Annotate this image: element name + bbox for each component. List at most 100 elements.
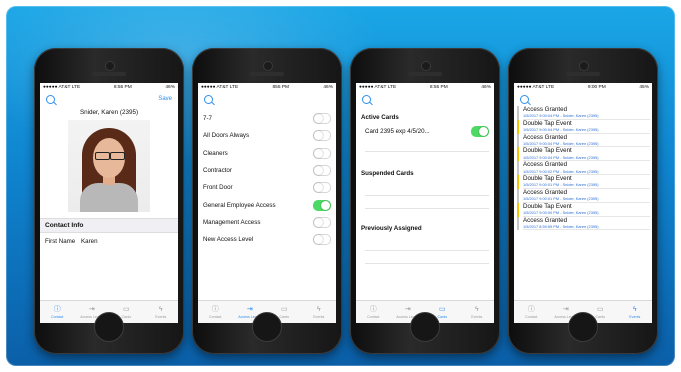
access-level-row: General Employee Access [198,196,336,213]
battery: 46% [323,85,333,90]
access-level-row: 7-7 [198,110,336,127]
phone-events: ●●●●● AT&T LTE 9:00 PM 45% Access Grante… [508,48,658,354]
contact-photo[interactable] [68,120,150,212]
nav-bar: Save [40,92,178,106]
search-icon[interactable] [46,94,55,104]
access-level-row: Front Door [198,179,336,196]
phone-access-levels: ●●●●● AT&T LTE 855 PM 46% 7-7 All Doors … [192,48,342,354]
nav-bar [514,92,652,106]
access-level-row: Cleaners [198,145,336,162]
access-level-toggle[interactable] [313,216,331,228]
battery: 46% [481,85,491,90]
first-name-value: Karen [81,238,98,245]
lightning-icon: ϟ [158,305,163,313]
screen-access-levels: ●●●●● AT&T LTE 855 PM 46% 7-7 All Doors … [198,83,336,323]
access-level-toggle[interactable] [313,165,331,177]
front-camera [579,61,589,71]
door-enter-icon: ⇥ [88,305,95,313]
status-bar: ●●●●● AT&T LTE 855 PM 46% [198,83,336,92]
photo-shoulders [80,183,138,212]
id-card-icon: ▭ [596,305,604,313]
event-row[interactable]: Access Granted 1/5/2017 9:00:04 PM - Snid… [517,133,652,148]
access-level-toggle[interactable] [313,130,331,142]
access-level-row: Contractor [198,162,336,179]
active-card-toggle[interactable] [471,126,489,137]
tab-events[interactable]: ϟ Events [302,301,337,323]
front-camera [263,61,273,71]
search-icon[interactable] [520,94,529,104]
earpiece-speaker [250,72,284,76]
divider [365,195,489,196]
tab-events[interactable]: ϟ Events [460,301,495,323]
contact-name: Snider, Karen (2395) [79,109,139,116]
tab-contact[interactable]: ⓘ Contact [514,301,549,323]
tab-events[interactable]: ϟ Events [618,301,653,323]
access-level-toggle[interactable] [313,147,331,159]
event-row[interactable]: Double Tap Event 1/5/2017 9:00:04 PM - Sn… [517,147,652,162]
home-button[interactable] [568,312,598,342]
id-card-icon: ▭ [438,305,446,313]
battery: 46% [165,85,175,90]
event-row[interactable]: Double Tap Event 1/5/2017 9:00:04 PM - Sn… [517,119,652,134]
event-row[interactable]: Double Tap Event 1/5/2017 9:00:00 PM - Sn… [517,202,652,217]
event-row[interactable]: Access Granted 1/5/2017 9:00:01 PM - Snid… [517,188,652,203]
carrier: ●●●●● AT&T LTE [201,85,239,90]
info-circle-icon: ⓘ [527,305,535,313]
info-circle-icon: ⓘ [211,305,219,313]
tab-events[interactable]: ϟ Events [144,301,179,323]
first-name-label: First Name [45,238,76,245]
suspended-cards-header: Suspended Cards [361,170,414,177]
lightning-icon: ϟ [474,305,479,313]
earpiece-speaker [566,72,600,76]
clock: 8:55 PM [113,85,132,90]
access-level-row: Management Access [198,214,336,231]
divider [365,151,489,152]
phone-cards: ●●●●● AT&T LTE 8:55 PM 46% Active Cards … [350,48,500,354]
screen-cards: ●●●●● AT&T LTE 8:55 PM 46% Active Cards … [356,83,494,323]
access-level-row: New Access Level [198,231,336,248]
earpiece-speaker [408,72,442,76]
search-icon[interactable] [204,94,213,104]
front-camera [105,61,115,71]
first-name-field[interactable]: First Name Karen [40,233,178,250]
front-camera [421,61,431,71]
door-enter-icon: ⇥ [246,305,253,313]
previously-assigned-header: Previously Assigned [361,225,422,232]
event-row[interactable]: Double Tap Event 1/5/2017 9:00:01 PM - Sn… [517,175,652,189]
carrier: ●●●●● AT&T LTE [359,85,397,90]
nav-bar [356,92,494,106]
screen-contact: ●●●●● AT&T LTE 8:55 PM 46% Save Snider, … [40,83,178,323]
active-cards-header: Active Cards [361,114,399,121]
divider [365,263,489,264]
event-row[interactable]: Access Granted 1/5/2017 8:59:59 PM - Snid… [517,216,652,231]
status-bar: ●●●●● AT&T LTE 9:00 PM 45% [514,83,652,92]
access-level-row: All Doors Always [198,127,336,144]
tab-contact[interactable]: ⓘ Contact [40,301,75,323]
earpiece-speaker [92,72,126,76]
access-level-toggle[interactable] [313,182,331,194]
status-bar: ●●●●● AT&T LTE 8:55 PM 46% [40,83,178,92]
screen-events: ●●●●● AT&T LTE 9:00 PM 45% Access Grante… [514,83,652,323]
info-circle-icon: ⓘ [369,305,377,313]
active-card-row[interactable]: Card 2395 exp 4/5/20... [356,123,494,140]
home-button[interactable] [410,312,440,342]
tab-contact[interactable]: ⓘ Contact [356,301,391,323]
divider [365,250,489,251]
divider [365,208,489,209]
event-row[interactable]: Access Granted 1/5/2017 9:00:02 PM - Snid… [517,161,652,176]
save-button[interactable]: Save [158,96,172,102]
status-bar: ●●●●● AT&T LTE 8:55 PM 46% [356,83,494,92]
tab-contact[interactable]: ⓘ Contact [198,301,233,323]
event-row[interactable]: Access Granted 1/5/2017 9:00:04 PM - Snid… [517,106,652,120]
active-card-label: Card 2395 exp 4/5/20... [365,128,430,135]
access-level-toggle[interactable] [313,113,331,125]
home-button[interactable] [252,312,282,342]
id-card-icon: ▭ [122,305,130,313]
promo-banner: ●●●●● AT&T LTE 8:55 PM 46% Save Snider, … [6,6,675,366]
access-level-toggle[interactable] [313,199,331,211]
search-icon[interactable] [362,94,371,104]
door-enter-icon: ⇥ [404,305,411,313]
carrier: ●●●●● AT&T LTE [517,85,555,90]
access-level-toggle[interactable] [313,234,331,246]
home-button[interactable] [94,312,124,342]
